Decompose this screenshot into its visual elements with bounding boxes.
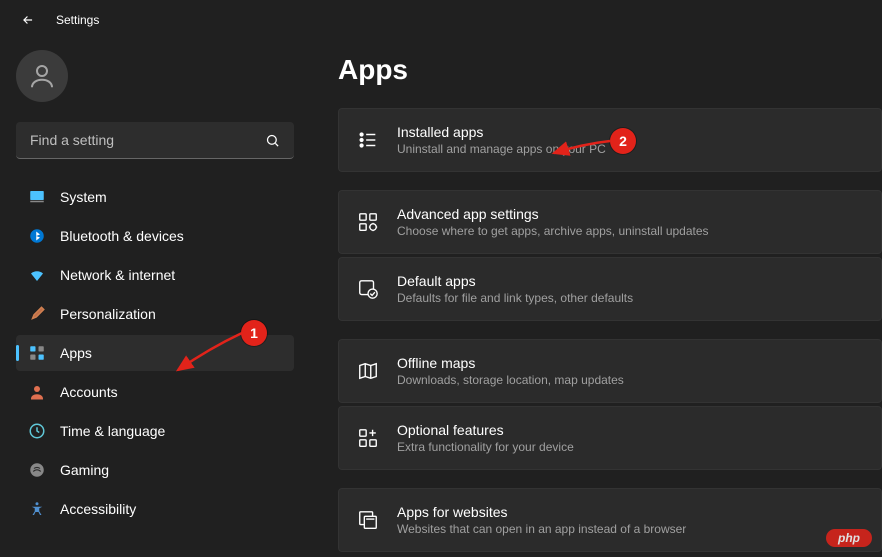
- accessibility-icon: [28, 500, 46, 518]
- avatar[interactable]: [16, 50, 68, 102]
- card-desc: Downloads, storage location, map updates: [397, 373, 624, 387]
- card-apps-for-websites[interactable]: Apps for websites Websites that can open…: [338, 488, 882, 552]
- sidebar-item-bluetooth[interactable]: Bluetooth & devices: [16, 218, 294, 254]
- back-icon[interactable]: [20, 12, 36, 28]
- map-icon: [357, 360, 379, 382]
- card-desc: Uninstall and manage apps on your PC: [397, 142, 606, 156]
- wifi-icon: [28, 266, 46, 284]
- annotation-badge-2: 2: [610, 128, 636, 154]
- card-title: Default apps: [397, 273, 633, 289]
- sidebar-item-label: Accessibility: [60, 501, 136, 517]
- search-input[interactable]: Find a setting: [16, 122, 294, 159]
- card-desc: Defaults for file and link types, other …: [397, 291, 633, 305]
- sidebar-item-label: Apps: [60, 345, 92, 361]
- annotation-badge-1: 1: [241, 320, 267, 346]
- card-title: Apps for websites: [397, 504, 686, 520]
- card-desc: Websites that can open in an app instead…: [397, 522, 686, 536]
- main-content: Apps Installed apps Uninstall and manage…: [310, 40, 882, 557]
- sidebar-item-time[interactable]: Time & language: [16, 413, 294, 449]
- sidebar-item-system[interactable]: System: [16, 179, 294, 215]
- sidebar: Find a setting System Bluetooth & device…: [0, 40, 310, 557]
- card-title: Installed apps: [397, 124, 606, 140]
- window-title: Settings: [56, 13, 99, 27]
- search-icon: [265, 133, 280, 148]
- card-default-apps[interactable]: Default apps Defaults for file and link …: [338, 257, 882, 321]
- card-advanced-settings[interactable]: Advanced app settings Choose where to ge…: [338, 190, 882, 254]
- list-icon: [357, 129, 379, 151]
- default-apps-icon: [357, 278, 379, 300]
- sidebar-item-label: Time & language: [60, 423, 165, 439]
- page-title: Apps: [338, 54, 882, 86]
- card-title: Optional features: [397, 422, 574, 438]
- gaming-icon: [28, 461, 46, 479]
- nav: System Bluetooth & devices Network & int…: [16, 179, 294, 527]
- websites-icon: [357, 509, 379, 531]
- sidebar-item-accounts[interactable]: Accounts: [16, 374, 294, 410]
- clock-icon: [28, 422, 46, 440]
- features-icon: [357, 427, 379, 449]
- sidebar-item-accessibility[interactable]: Accessibility: [16, 491, 294, 527]
- titlebar: Settings: [0, 0, 882, 40]
- sidebar-item-label: System: [60, 189, 107, 205]
- card-optional-features[interactable]: Optional features Extra functionality fo…: [338, 406, 882, 470]
- card-title: Advanced app settings: [397, 206, 709, 222]
- card-offline-maps[interactable]: Offline maps Downloads, storage location…: [338, 339, 882, 403]
- sidebar-item-gaming[interactable]: Gaming: [16, 452, 294, 488]
- apps-gear-icon: [357, 211, 379, 233]
- monitor-icon: [28, 188, 46, 206]
- sidebar-item-label: Accounts: [60, 384, 118, 400]
- sidebar-item-label: Bluetooth & devices: [60, 228, 184, 244]
- card-desc: Choose where to get apps, archive apps, …: [397, 224, 709, 238]
- card-desc: Extra functionality for your device: [397, 440, 574, 454]
- search-placeholder: Find a setting: [30, 132, 114, 148]
- sidebar-item-label: Gaming: [60, 462, 109, 478]
- person-icon: [28, 383, 46, 401]
- watermark: php: [826, 529, 872, 547]
- sidebar-item-label: Network & internet: [60, 267, 175, 283]
- apps-icon: [28, 344, 46, 362]
- sidebar-item-network[interactable]: Network & internet: [16, 257, 294, 293]
- brush-icon: [28, 305, 46, 323]
- sidebar-item-label: Personalization: [60, 306, 156, 322]
- card-title: Offline maps: [397, 355, 624, 371]
- bluetooth-icon: [28, 227, 46, 245]
